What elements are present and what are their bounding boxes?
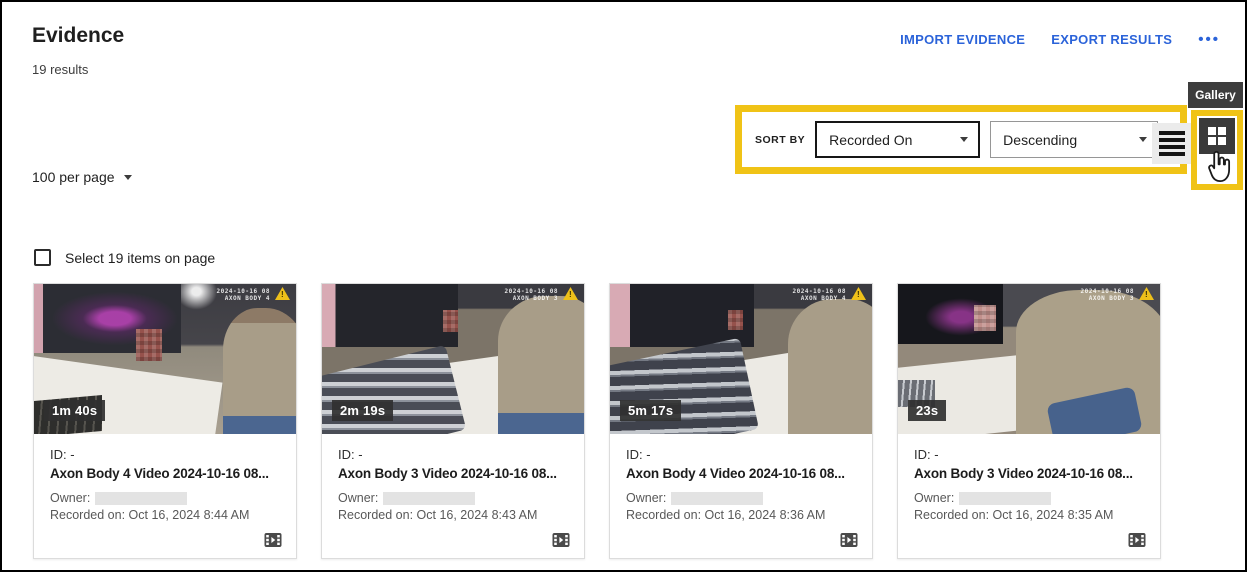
- export-results-button[interactable]: EXPORT RESULTS: [1051, 32, 1172, 47]
- evidence-id: ID: -: [338, 447, 568, 462]
- results-count: 19 results: [32, 62, 88, 77]
- owner-row: Owner:: [338, 491, 568, 505]
- evidence-title[interactable]: Axon Body 4 Video 2024-10-16 08...: [50, 466, 280, 481]
- evidence-card[interactable]: 2024-10-16 08AXON BODY 4 1m 40s ID: - Ax…: [33, 283, 297, 559]
- photo-layer: [322, 284, 458, 347]
- more-menu-icon[interactable]: •••: [1198, 35, 1220, 45]
- video-type-icon: [264, 532, 282, 548]
- sort-controls-highlight: SORT BY Recorded On Descending: [735, 105, 1187, 174]
- card-details: ID: - Axon Body 3 Video 2024-10-16 08...…: [898, 434, 1160, 522]
- photo-layer: [498, 296, 584, 434]
- evidence-page: Evidence 19 results IMPORT EVIDENCE EXPO…: [0, 0, 1247, 572]
- sort-field-dropdown[interactable]: Recorded On: [815, 121, 980, 158]
- evidence-card[interactable]: 2024-10-16 08AXON BODY 3 2m 19s ID: - Ax…: [321, 283, 585, 559]
- list-view-icon: [1159, 131, 1185, 135]
- recorded-on: Recorded on: Oct 16, 2024 8:44 AM: [50, 508, 280, 522]
- evidence-title[interactable]: Axon Body 3 Video 2024-10-16 08...: [914, 466, 1144, 481]
- redacted-face: [974, 305, 996, 331]
- photo-layer: [223, 308, 296, 434]
- owner-label: Owner:: [338, 491, 378, 505]
- per-page-dropdown[interactable]: 100 per page: [32, 169, 132, 185]
- evidence-title[interactable]: Axon Body 4 Video 2024-10-16 08...: [626, 466, 856, 481]
- redacted-owner-name: [383, 492, 475, 505]
- gallery-tooltip: Gallery: [1188, 82, 1243, 108]
- chevron-down-icon: [960, 137, 968, 142]
- video-type-icon: [840, 532, 858, 548]
- owner-row: Owner:: [626, 491, 856, 505]
- sort-direction-dropdown[interactable]: Descending: [990, 121, 1158, 158]
- evidence-id: ID: -: [914, 447, 1144, 462]
- sort-by-label: SORT BY: [755, 134, 805, 146]
- page-title: Evidence: [32, 24, 124, 48]
- camera-overlay-text: 2024-10-16 08AXON BODY 4: [793, 288, 846, 302]
- import-evidence-button[interactable]: IMPORT EVIDENCE: [900, 32, 1025, 47]
- sort-direction-value: Descending: [1003, 132, 1077, 148]
- video-thumbnail[interactable]: 2024-10-16 08AXON BODY 4 5m 17s: [610, 284, 872, 434]
- evidence-id: ID: -: [626, 447, 856, 462]
- recorded-on: Recorded on: Oct 16, 2024 8:43 AM: [338, 508, 568, 522]
- select-all-label: Select 19 items on page: [65, 250, 215, 266]
- camera-overlay-text: 2024-10-16 08AXON BODY 4: [217, 288, 270, 302]
- evidence-id: ID: -: [50, 447, 280, 462]
- video-type-icon: [1128, 532, 1146, 548]
- evidence-title[interactable]: Axon Body 3 Video 2024-10-16 08...: [338, 466, 568, 481]
- duration-badge: 2m 19s: [332, 400, 393, 421]
- grid-icon: [1207, 126, 1227, 146]
- owner-row: Owner:: [50, 491, 280, 505]
- video-type-icon: [552, 532, 570, 548]
- recorded-on: Recorded on: Oct 16, 2024 8:35 AM: [914, 508, 1144, 522]
- video-thumbnail[interactable]: 2024-10-16 08AXON BODY 3 23s: [898, 284, 1160, 434]
- card-details: ID: - Axon Body 4 Video 2024-10-16 08...…: [34, 434, 296, 522]
- card-details: ID: - Axon Body 3 Video 2024-10-16 08...…: [322, 434, 584, 522]
- camera-overlay-text: 2024-10-16 08AXON BODY 3: [1081, 288, 1134, 302]
- hand-cursor-icon: [1204, 149, 1236, 185]
- duration-badge: 1m 40s: [44, 400, 105, 421]
- redacted-owner-name: [959, 492, 1051, 505]
- card-details: ID: - Axon Body 4 Video 2024-10-16 08...…: [610, 434, 872, 522]
- video-thumbnail[interactable]: 2024-10-16 08AXON BODY 3 2m 19s: [322, 284, 584, 434]
- photo-layer: [788, 299, 872, 434]
- list-view-button[interactable]: [1152, 123, 1192, 164]
- header-actions: IMPORT EVIDENCE EXPORT RESULTS •••: [900, 32, 1220, 47]
- redacted-face: [728, 310, 743, 330]
- redacted-face: [443, 310, 458, 332]
- owner-label: Owner:: [914, 491, 954, 505]
- evidence-card[interactable]: 2024-10-16 08AXON BODY 4 5m 17s ID: - Ax…: [609, 283, 873, 559]
- redacted-owner-name: [95, 492, 187, 505]
- select-all-row: Select 19 items on page: [34, 249, 215, 266]
- owner-label: Owner:: [50, 491, 90, 505]
- warning-triangle-icon: [1139, 287, 1154, 300]
- owner-row: Owner:: [914, 491, 1144, 505]
- sort-field-value: Recorded On: [829, 132, 912, 148]
- owner-label: Owner:: [626, 491, 666, 505]
- video-thumbnail[interactable]: 2024-10-16 08AXON BODY 4 1m 40s: [34, 284, 296, 434]
- chevron-down-icon: [1139, 137, 1147, 142]
- duration-badge: 23s: [908, 400, 946, 421]
- chevron-down-icon: [124, 175, 132, 180]
- evidence-card[interactable]: 2024-10-16 08AXON BODY 3 23s ID: - Axon …: [897, 283, 1161, 559]
- per-page-value: 100 per page: [32, 169, 115, 185]
- redacted-face: [136, 329, 162, 361]
- recorded-on: Recorded on: Oct 16, 2024 8:36 AM: [626, 508, 856, 522]
- camera-overlay-text: 2024-10-16 08AXON BODY 3: [505, 288, 558, 302]
- warning-triangle-icon: [275, 287, 290, 300]
- warning-triangle-icon: [563, 287, 578, 300]
- evidence-card-grid: 2024-10-16 08AXON BODY 4 1m 40s ID: - Ax…: [33, 283, 1161, 559]
- duration-badge: 5m 17s: [620, 400, 681, 421]
- select-all-checkbox[interactable]: [34, 249, 51, 266]
- warning-triangle-icon: [851, 287, 866, 300]
- redacted-owner-name: [671, 492, 763, 505]
